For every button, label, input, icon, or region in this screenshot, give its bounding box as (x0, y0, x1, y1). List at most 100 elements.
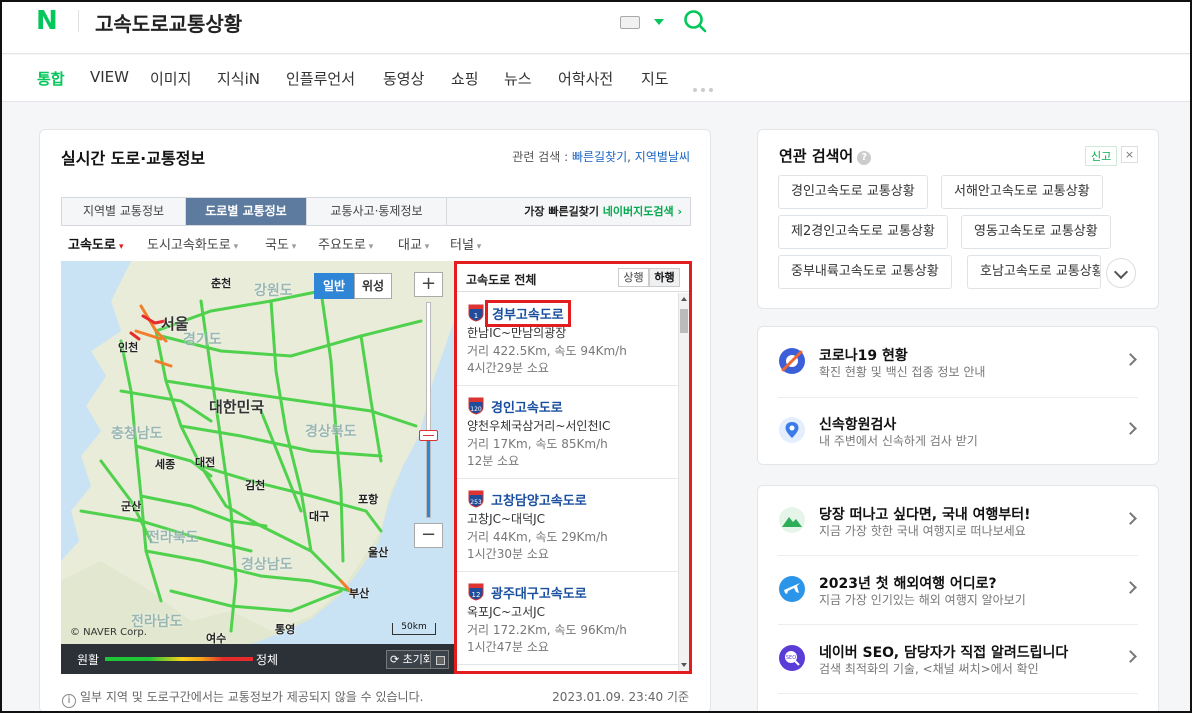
zoom-track[interactable] (426, 302, 431, 518)
help-icon[interactable]: ? (857, 151, 872, 165)
close-icon[interactable]: × (1121, 146, 1138, 163)
list-scrollbar[interactable] (678, 293, 689, 671)
map-label-chuncheon: 춘천 (211, 277, 232, 290)
related-chip[interactable]: 영동고속도로 교통상황 (961, 215, 1111, 249)
road-name[interactable]: 경인고속도로 (491, 397, 563, 416)
tab-dictionary[interactable]: 어학사전 (558, 68, 613, 89)
svg-text:120: 120 (470, 406, 482, 413)
scroll-up-icon[interactable] (681, 297, 687, 301)
link-fast-route[interactable]: 빠른길찾기 (572, 150, 627, 164)
airplane-icon (779, 576, 805, 602)
link-regional-weather[interactable]: 지역별날씨 (635, 150, 690, 164)
road-item[interactable]: 253 고창담양고속도로 고창JC~대덕JC 거리 44Km, 속도 29Km/… (457, 479, 678, 572)
more-tabs-icon[interactable] (693, 77, 717, 92)
tab-all[interactable]: 통합 (37, 68, 65, 89)
road-section: 옥포JC~고서JC (467, 605, 546, 619)
traffic-subtabs: 지역별 교통정보 도로별 교통정보 교통사고·통제정보 가장 빠른길찾기 네이버… (61, 197, 691, 226)
road-name[interactable]: 경부고속도로 (485, 300, 571, 327)
map-mode-satellite[interactable]: 위성 (354, 273, 392, 299)
road-item[interactable]: 12 광주대구고속도로 옥포JC~고서JC 거리 172.2Km, 속도 96K… (457, 572, 678, 665)
minimap-toggle-icon[interactable] (430, 650, 449, 669)
related-chip[interactable]: 경인고속도로 교통상황 (778, 175, 928, 209)
subtab-region[interactable]: 지역별 교통정보 (62, 198, 186, 225)
traffic-map[interactable]: 춘천 강원도 서울 경기도 인천 대한민국 충청남도 경상북도 세종 대전 김천… (61, 261, 454, 644)
direction-down-button[interactable]: 하행 (649, 268, 680, 287)
tab-view[interactable]: VIEW (90, 68, 129, 86)
filter-bridge[interactable]: 대교 ▾ (398, 234, 429, 253)
filter-urban-expressway[interactable]: 도시고속화도로 ▾ (147, 234, 238, 253)
filter-national-road[interactable]: 국도 ▾ (265, 234, 296, 253)
row-title: 신속항원검사 (819, 417, 897, 433)
zoom-control: + − (414, 272, 443, 548)
info-icon: i (62, 694, 76, 708)
road-duration: 1시간47분 소요 (467, 640, 549, 654)
scroll-down-icon[interactable] (681, 663, 687, 667)
map-label-tongyeong: 통영 (275, 623, 296, 636)
map-scale: 50km (392, 623, 436, 635)
traffic-card: 실시간 도로·교통정보 관련 검색 : 빠른길찾기, 지역별날씨 지역별 교통정… (39, 129, 711, 713)
expand-chevron-icon[interactable] (1106, 258, 1136, 288)
expressway-shield-icon: 120 (468, 397, 484, 415)
map-label-jeonbuk: 전라북도 (147, 530, 199, 546)
direction-up-button[interactable]: 상행 (618, 268, 649, 287)
filter-tunnel[interactable]: 터널 ▾ (450, 234, 481, 253)
tab-news[interactable]: 뉴스 (504, 68, 532, 89)
tab-kin[interactable]: 지식iN (217, 68, 260, 89)
related-chip[interactable]: 제2경인고속도로 교통상황 (778, 215, 948, 249)
tab-video[interactable]: 동영상 (383, 68, 424, 89)
filter-expressway[interactable]: 고속도로 ▾ (68, 234, 124, 253)
expressway-shield-icon: 12 (468, 583, 484, 601)
zoom-slider-handle[interactable] (419, 429, 438, 441)
related-label: 관련 검색 : (512, 150, 569, 164)
map-label-busan: 부산 (349, 587, 370, 600)
tab-images[interactable]: 이미지 (150, 68, 191, 89)
map-label-ulsan: 울산 (368, 546, 389, 559)
report-button[interactable]: 신고 (1085, 146, 1118, 166)
road-distance-speed: 거리 422.5Km, 속도 94Km/h (467, 344, 627, 358)
road-section: 양천우체국삼거리~서인천IC (467, 419, 611, 433)
legend-smooth: 원활 (77, 653, 100, 667)
row-title: 당장 떠나고 싶다면, 국내 여행부터! (819, 507, 1031, 523)
road-item[interactable]: 120 경인고속도로 양천우체국삼거리~서인천IC 거리 17Km, 속도 85… (457, 386, 678, 479)
map-pin-icon (779, 417, 805, 443)
road-distance-speed: 거리 17Km, 속도 85Km/h (467, 437, 608, 451)
naver-logo-icon[interactable]: N (36, 8, 60, 34)
map-mode-normal[interactable]: 일반 (314, 273, 354, 299)
update-timestamp: 2023.01.09. 23:40 기준 (552, 690, 689, 704)
tab-shopping[interactable]: 쇼핑 (451, 68, 479, 89)
naver-map-search-link[interactable]: 네이버지도검색 › (603, 205, 682, 218)
road-name[interactable]: 광주대구고속도로 (491, 583, 587, 602)
road-duration: 1시간30분 소요 (467, 547, 549, 561)
link-row[interactable]: 2023년 첫 해외여행 어디로? 지금 가장 인기있는 해외 여행지 알아보기 (758, 555, 1158, 625)
filter-main-road[interactable]: 주요도로 ▾ (318, 234, 373, 253)
related-chip[interactable]: 호남고속도로 교통상황 (967, 255, 1101, 289)
search-tabs: 통합 VIEW 이미지 지식iN 인플루언서 동영상 쇼핑 뉴스 어학사전 지도 (0, 55, 1192, 102)
related-title: 연관 검색어? (779, 145, 872, 166)
search-icon[interactable] (682, 8, 708, 34)
road-item[interactable]: 1 경부고속도로 한남IC~만남의광장 거리 422.5Km, 속도 94Km/… (457, 293, 678, 386)
link-row[interactable]: 신속항원검사 내 주변에서 신속하게 검사 받기 (758, 396, 1158, 466)
related-chip[interactable]: 중부내륙고속도로 교통상황 (778, 255, 952, 289)
info-links-card: 코로나19 현황 확진 현황 및 백신 접종 정보 안내 신속항원검사 내 주변… (757, 326, 1159, 465)
keyboard-icon[interactable] (620, 16, 640, 29)
fast-route-link[interactable]: 가장 빠른길찾기 네이버지도검색 › (524, 198, 682, 225)
scrollbar-thumb[interactable] (680, 309, 688, 333)
chevron-down-icon[interactable] (654, 19, 664, 25)
svg-text:SEO: SEO (786, 655, 796, 661)
road-name[interactable]: 고창담양고속도로 (491, 490, 587, 509)
related-chip[interactable]: 서해안고속도로 교통상황 (941, 175, 1103, 209)
search-query[interactable]: 고속도로교통상황 (95, 8, 242, 37)
map-label-gangwon: 강원도 (254, 283, 293, 299)
tab-map[interactable]: 지도 (641, 68, 669, 89)
zoom-in-button[interactable]: + (414, 272, 443, 297)
link-row[interactable]: 당장 떠나고 싶다면, 국내 여행부터! 지금 가장 핫한 국내 여행지로 떠나… (758, 486, 1158, 556)
link-row[interactable]: 코로나19 현황 확진 현황 및 백신 접종 정보 안내 (758, 327, 1158, 397)
subtab-road[interactable]: 도로별 교통정보 (186, 198, 307, 225)
subtab-accident[interactable]: 교통사고·통제정보 (307, 198, 447, 225)
legend-congested: 정체 (256, 653, 279, 667)
link-row[interactable]: SEO 네이버 SEO, 담당자가 직접 알려드립니다 검색 최적화의 기술, … (758, 624, 1158, 694)
row-subtitle: 지금 가장 핫한 국내 여행지로 떠나보세요 (819, 524, 1026, 538)
zoom-out-button[interactable]: − (414, 523, 443, 548)
map-label-gyeongbuk: 경상북도 (305, 424, 357, 440)
tab-influencer[interactable]: 인플루언서 (286, 68, 355, 89)
